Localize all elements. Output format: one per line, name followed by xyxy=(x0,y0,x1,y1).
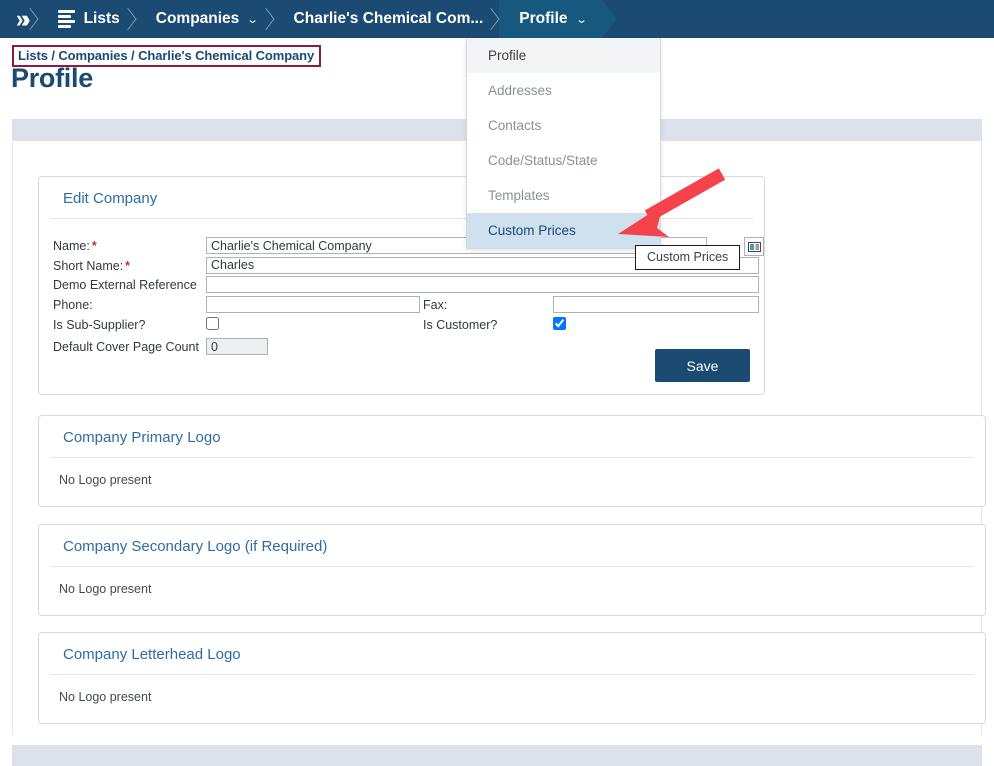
demo-external-reference-label: Demo External Reference xyxy=(53,278,197,292)
menu-item-profile[interactable]: Profile xyxy=(467,38,660,73)
nav-separator-chevron xyxy=(259,0,275,38)
is-customer-checkbox[interactable] xyxy=(553,317,566,330)
page-title: Profile xyxy=(11,63,93,93)
company-letterhead-logo-title: Company Letterhead Logo xyxy=(50,633,974,675)
company-secondary-logo-title: Company Secondary Logo (if Required) xyxy=(50,525,974,567)
phone-input[interactable] xyxy=(206,295,420,313)
menu-item-code-status-state[interactable]: Code/Status/State xyxy=(467,143,660,178)
fax-label: Fax: xyxy=(423,297,448,312)
company-letterhead-logo-card: Company Letterhead Logo No Logo present xyxy=(38,632,986,724)
menu-item-addresses[interactable]: Addresses xyxy=(467,73,660,108)
menu-item-custom-prices[interactable]: Custom Prices xyxy=(467,213,660,248)
nav-item-profile-label: Profile xyxy=(519,10,568,27)
nav-item-company-name[interactable]: Charlie's Chemical Com... xyxy=(273,0,500,38)
name-label: Name: * xyxy=(53,239,97,253)
hamburger-menu-icon xyxy=(57,10,75,28)
contact-card-icon[interactable] xyxy=(744,237,764,256)
nav-item-lists[interactable]: Lists xyxy=(37,0,137,38)
company-letterhead-logo-status: No Logo present xyxy=(59,690,152,704)
company-primary-logo-status: No Logo present xyxy=(59,473,152,487)
nav-home-button[interactable]: »› xyxy=(0,0,38,38)
company-primary-logo-title: Company Primary Logo xyxy=(50,416,974,458)
form-row-demo-external-reference: Demo External Reference xyxy=(53,276,759,296)
nav-item-profile[interactable]: Profile ⌄ xyxy=(499,0,617,38)
default-cover-page-count-input[interactable] xyxy=(206,338,268,355)
default-cover-page-count-label: Default Cover Page Count xyxy=(53,340,199,354)
nav-separator-chevron xyxy=(121,0,137,38)
menu-item-templates[interactable]: Templates xyxy=(467,178,660,213)
demo-external-reference-input[interactable] xyxy=(206,276,759,293)
top-navigation-bar: »› Lists Companies ⌄ Charlie's Chemical … xyxy=(0,0,994,38)
form-row-cover-page-count: Default Cover Page Count xyxy=(53,336,750,358)
fax-input[interactable] xyxy=(553,295,759,313)
short-name-label: Short Name: * xyxy=(53,258,131,273)
menu-item-contacts[interactable]: Contacts xyxy=(467,108,660,143)
is-sub-supplier-checkbox[interactable] xyxy=(206,317,219,330)
nav-item-company-name-label: Charlie's Chemical Com... xyxy=(293,10,484,27)
nav-separator-chevron xyxy=(484,0,500,38)
nav-item-companies-label: Companies xyxy=(155,10,240,27)
chevron-down-icon: ⌄ xyxy=(246,13,260,26)
is-customer-label: Is Customer? xyxy=(423,318,498,332)
company-primary-logo-card: Company Primary Logo No Logo present xyxy=(38,415,986,507)
company-secondary-logo-card: Company Secondary Logo (if Required) No … xyxy=(38,524,986,616)
required-marker: * xyxy=(91,239,97,253)
nav-item-lists-label: Lists xyxy=(83,10,120,27)
nav-item-companies[interactable]: Companies ⌄ xyxy=(135,0,275,38)
breadcrumb[interactable]: Lists / Companies / Charlie's Chemical C… xyxy=(12,45,322,67)
save-button[interactable]: Save xyxy=(655,349,750,382)
is-sub-supplier-label: Is Sub-Supplier? xyxy=(53,318,146,332)
chevron-down-icon: ⌄ xyxy=(574,13,588,26)
phone-label: Phone: xyxy=(53,297,93,312)
required-marker: * xyxy=(125,258,131,273)
company-secondary-logo-status: No Logo present xyxy=(59,582,152,596)
profile-dropdown-menu: Profile Addresses Contacts Code/Status/S… xyxy=(466,38,661,249)
custom-prices-tooltip: Custom Prices xyxy=(635,245,741,270)
chevrons-right-icon: »› xyxy=(16,4,30,33)
form-row-flags: Is Sub-Supplier? Is Customer? xyxy=(53,315,750,336)
nav-active-chevron-fill xyxy=(601,0,617,38)
form-row-phone-fax: Phone: Fax: xyxy=(53,295,759,316)
content-bottom-band xyxy=(12,745,982,766)
